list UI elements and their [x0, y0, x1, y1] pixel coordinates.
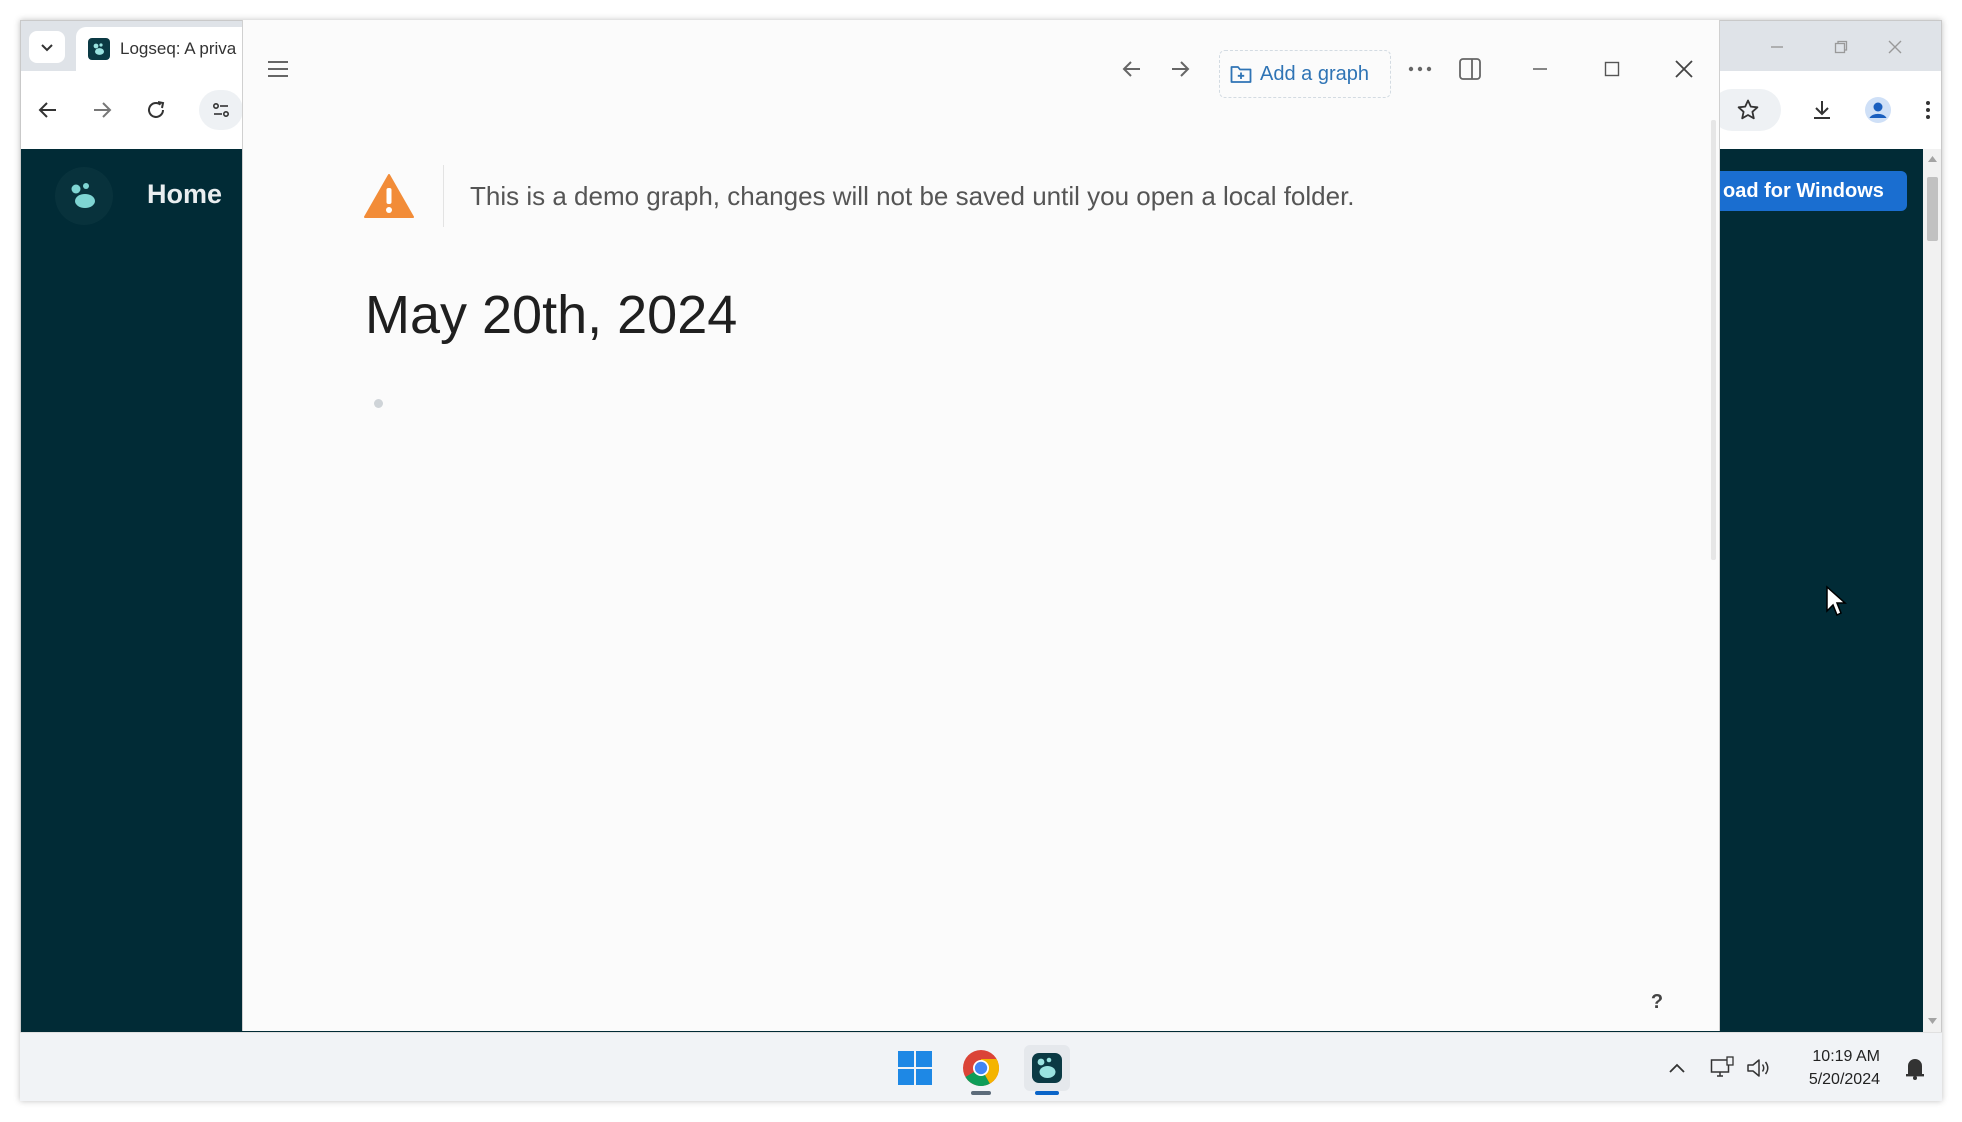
logseq-active-indicator [1035, 1091, 1059, 1095]
add-graph-label: Add a graph [1260, 62, 1369, 85]
app-close-icon[interactable] [1669, 54, 1699, 84]
mouse-cursor-icon [1825, 585, 1847, 622]
warning-divider [443, 165, 444, 227]
tab-title: Logseq: A priva [120, 39, 237, 58]
more-options-icon[interactable] [1405, 54, 1435, 84]
journal-page-title[interactable]: May 20th, 2024 [365, 284, 737, 346]
warning-triangle-icon [364, 174, 414, 218]
clock-time: 10:19 AM [1812, 1048, 1880, 1065]
nav-home-link[interactable]: Home [147, 179, 222, 210]
scroll-down-arrow-icon[interactable] [1928, 1017, 1937, 1025]
bookmark-star-icon[interactable] [1733, 95, 1763, 125]
browser-close-icon[interactable] [1883, 35, 1907, 59]
notification-icon[interactable] [1904, 1033, 1926, 1102]
download-for-windows-button[interactable]: oad for Windows [1701, 171, 1907, 211]
chrome-taskbar-icon[interactable] [958, 1045, 1004, 1095]
app-maximize-icon[interactable] [1597, 54, 1627, 84]
toggle-right-sidebar-icon[interactable] [1455, 54, 1485, 84]
app-scrollbar[interactable] [1711, 120, 1716, 560]
browser-restore-icon[interactable] [1829, 35, 1853, 59]
show-hidden-icons-chevron-icon[interactable] [1668, 1033, 1686, 1102]
logseq-app-window: Add a graph This is a demo graph, change… [242, 20, 1720, 1031]
add-graph-button[interactable]: Add a graph [1219, 50, 1391, 98]
chrome-running-indicator [971, 1091, 991, 1095]
site-settings-icon[interactable] [199, 90, 243, 130]
clock-date: 5/20/2024 [1808, 1071, 1880, 1088]
scroll-up-arrow-icon[interactable] [1928, 155, 1937, 163]
desktop-screen: Logseq: A priva Home oad for Windows Add… [0, 0, 1962, 1122]
browser-minimize-icon[interactable] [1765, 35, 1789, 59]
reload-icon[interactable] [141, 95, 171, 125]
system-clock[interactable]: 10:19 AM 5/20/2024 [1798, 1045, 1880, 1091]
logseq-favicon-icon [88, 38, 110, 60]
sidebar-menu-icon[interactable] [263, 54, 293, 84]
warning-text: This is a demo graph, changes will not b… [470, 180, 1355, 211]
download-icon[interactable] [1807, 95, 1837, 125]
browser-menu-icon[interactable] [1913, 95, 1941, 125]
back-arrow-icon[interactable] [33, 95, 63, 125]
network-icon[interactable] [1710, 1033, 1734, 1102]
app-back-arrow-icon[interactable] [1117, 54, 1147, 84]
chevron-down-icon [41, 44, 53, 52]
app-forward-arrow-icon[interactable] [1165, 54, 1195, 84]
logseq-taskbar-icon[interactable] [1024, 1045, 1070, 1095]
windows-start-icon[interactable] [892, 1045, 938, 1091]
profile-avatar-icon[interactable] [1863, 95, 1893, 125]
taskbar: 10:19 AM 5/20/2024 [20, 1032, 1942, 1101]
help-button[interactable]: ? [1641, 986, 1673, 1018]
empty-block-bullet[interactable] [374, 399, 383, 408]
folder-plus-icon [1230, 66, 1252, 83]
app-minimize-icon[interactable] [1525, 54, 1555, 84]
forward-arrow-icon[interactable] [87, 95, 117, 125]
scrollbar-thumb[interactable] [1927, 177, 1938, 241]
logseq-logo-icon[interactable] [55, 167, 113, 225]
volume-icon[interactable] [1746, 1033, 1772, 1102]
demo-graph-warning: This is a demo graph, changes will not b… [363, 165, 1355, 227]
page-scrollbar[interactable] [1923, 149, 1941, 1032]
tab-search-dropdown[interactable] [29, 31, 65, 63]
